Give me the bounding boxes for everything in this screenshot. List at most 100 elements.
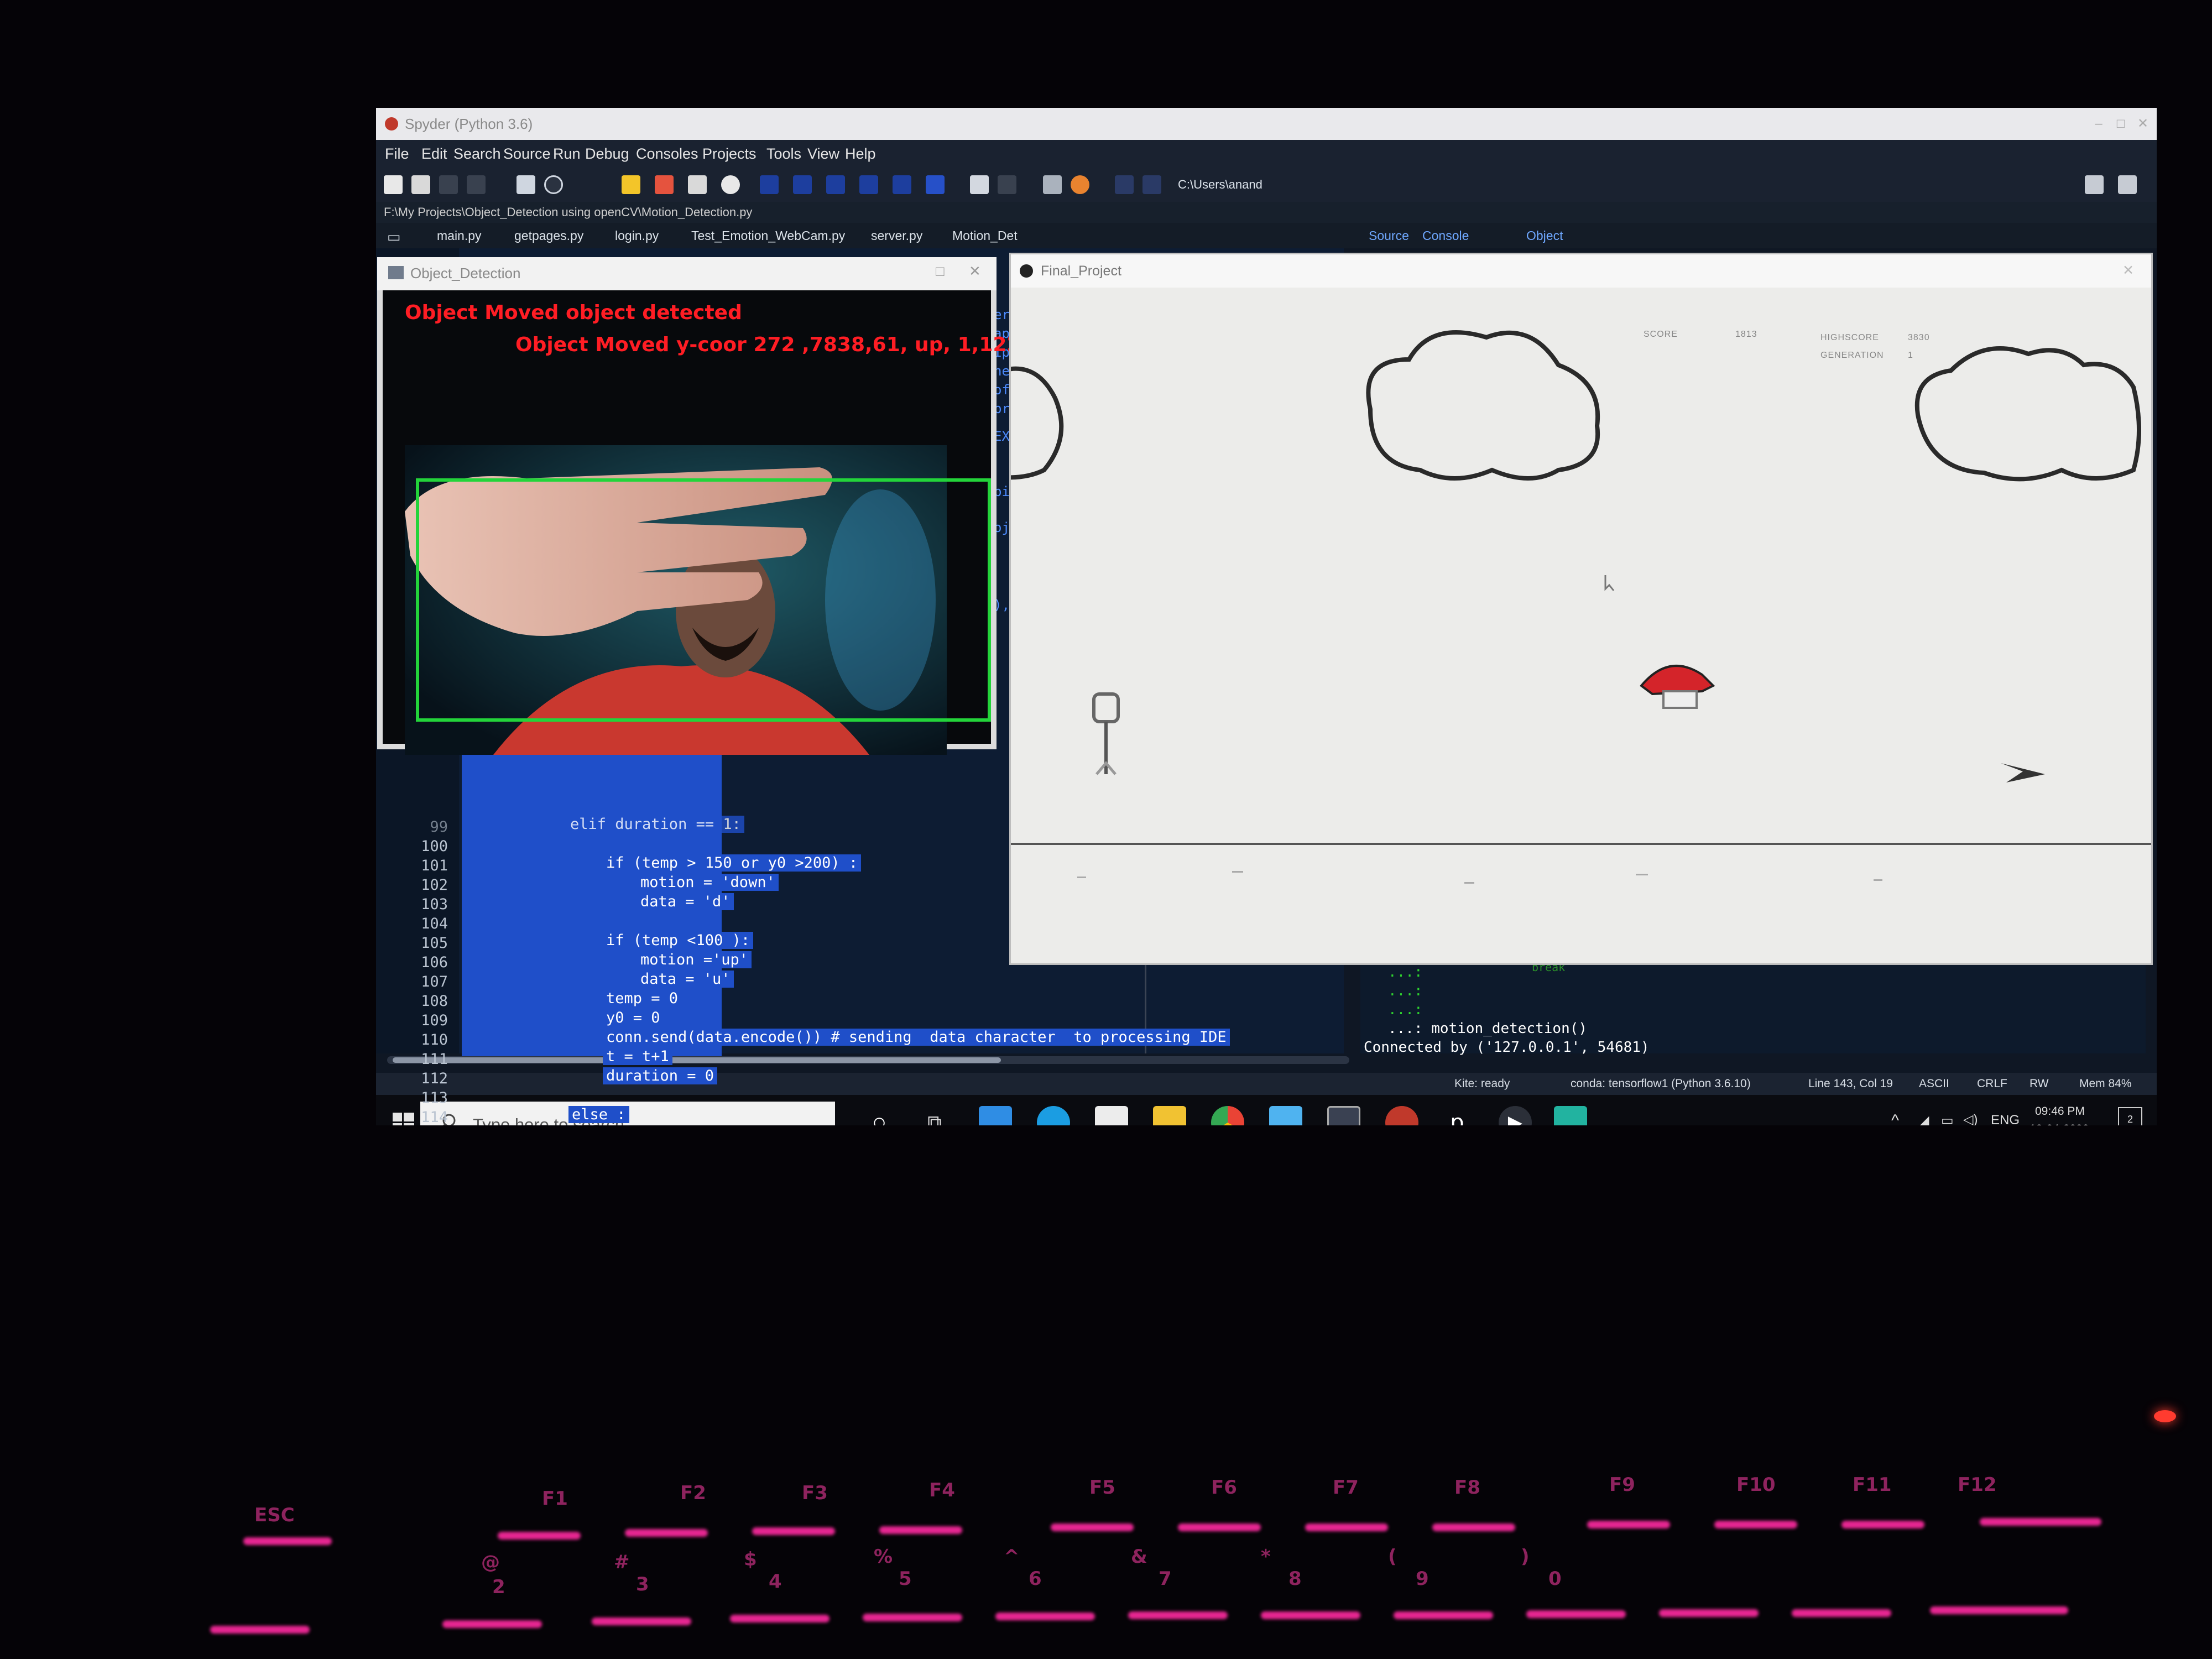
code-line[interactable]: data = 'u' xyxy=(637,971,734,988)
game-window[interactable]: Final_Project ✕ SCORE 1813 HIGHSCORE 383… xyxy=(1011,254,2151,963)
rerun-icon[interactable] xyxy=(721,175,740,194)
menu-projects[interactable]: Projects xyxy=(702,145,757,163)
ipython-console[interactable]: ...: break ...: ...: ...: motion_detecti… xyxy=(1360,959,2146,1056)
tab-browse-icon[interactable]: ▭ xyxy=(387,228,401,246)
task-view-icon[interactable]: ⧉ xyxy=(918,1106,951,1125)
spyder-taskbar-icon[interactable] xyxy=(1385,1106,1418,1125)
game-window-titlebar[interactable]: Final_Project ✕ xyxy=(1011,254,2151,288)
battery-icon[interactable]: ▭ xyxy=(1941,1113,1954,1125)
menu-help[interactable]: Help xyxy=(845,145,876,163)
save-all-icon[interactable] xyxy=(467,175,486,194)
code-line[interactable]: conn.send(data.encode()) # sending data … xyxy=(603,1029,1230,1046)
close-icon[interactable]: ✕ xyxy=(2135,116,2151,132)
debug-icon[interactable] xyxy=(760,175,779,194)
key-f6: F6 xyxy=(1211,1477,1237,1499)
close-icon[interactable]: ✕ xyxy=(2122,262,2134,279)
code-line[interactable]: motion ='up' xyxy=(637,951,752,968)
key-2-shift: @ xyxy=(481,1551,500,1573)
maximize-icon[interactable]: □ xyxy=(2112,116,2129,132)
wrench-icon[interactable] xyxy=(1043,175,1062,194)
cortana-icon[interactable]: ○ xyxy=(863,1106,896,1125)
maximize-icon[interactable]: □ xyxy=(936,263,945,280)
continue-icon[interactable] xyxy=(893,175,911,194)
code-line[interactable]: data = 'd' xyxy=(637,893,734,910)
line-number: 102 xyxy=(421,877,448,894)
tab-test-emotion[interactable]: Test_Emotion_WebCam.py xyxy=(691,228,845,243)
processing-icon[interactable]: ▶ xyxy=(1499,1106,1532,1125)
forward-arrow-icon[interactable] xyxy=(1142,175,1161,194)
volume-icon[interactable]: ◁) xyxy=(1963,1112,1978,1125)
run-cell-icon[interactable] xyxy=(655,175,674,194)
menu-debug[interactable]: Debug xyxy=(585,145,629,163)
chevron-up-icon[interactable]: ^ xyxy=(1891,1112,1899,1125)
code-line[interactable]: motion = 'down' xyxy=(637,874,779,891)
language-indicator[interactable]: ENG xyxy=(1991,1113,2020,1125)
tab-console[interactable]: Console xyxy=(1422,228,1469,243)
code-line[interactable]: if (temp > 150 or y0 >200) : xyxy=(603,854,862,872)
code-line[interactable]: if (temp <100 ): xyxy=(603,932,754,949)
python-path-icon[interactable] xyxy=(1071,175,1089,194)
app-icon[interactable] xyxy=(1269,1106,1302,1125)
clock-time[interactable]: 09:46 PM xyxy=(2035,1105,2085,1118)
scrollbar-thumb[interactable] xyxy=(393,1057,1001,1063)
notification-center-icon[interactable]: 2 xyxy=(2118,1107,2142,1125)
chrome-icon[interactable] xyxy=(1211,1106,1244,1125)
save-icon[interactable] xyxy=(439,175,458,194)
menu-run[interactable]: Run xyxy=(553,145,581,163)
menu-view[interactable]: View xyxy=(807,145,839,163)
menu-file[interactable]: File xyxy=(385,145,409,163)
code-line[interactable]: temp = 0 xyxy=(603,990,682,1007)
tab-object[interactable]: Object xyxy=(1526,228,1563,243)
open-file-icon[interactable] xyxy=(411,175,430,194)
working-directory[interactable]: C:\Users\anand xyxy=(1178,178,1262,192)
object-detection-window[interactable]: Object_Detection □ ✕ Object Moved object… xyxy=(377,257,1035,755)
tab-server[interactable]: server.py xyxy=(871,228,922,243)
store-icon[interactable] xyxy=(1095,1106,1128,1125)
menu-source[interactable]: Source xyxy=(503,145,551,163)
fullscreen-icon[interactable] xyxy=(998,175,1016,194)
edge-icon[interactable] xyxy=(1037,1106,1070,1125)
detection-coordinates-text: Object Moved y-coor 272 ,7838,61, up, 1,… xyxy=(515,333,1035,356)
menu-tools[interactable]: Tools xyxy=(766,145,801,163)
list-icon[interactable] xyxy=(517,175,535,194)
code-line[interactable]: else : xyxy=(568,1106,629,1123)
python-icon[interactable]: ꝑ xyxy=(1441,1106,1474,1125)
tab-main[interactable]: main.py xyxy=(437,228,482,243)
terminal-icon[interactable] xyxy=(1327,1106,1360,1125)
opencv-window-icon[interactable] xyxy=(1554,1106,1587,1125)
code-line[interactable]: duration = 0 xyxy=(603,1067,718,1084)
tab-source[interactable]: Source xyxy=(1369,228,1409,243)
file-explorer-icon[interactable] xyxy=(1153,1106,1186,1125)
tab-getpages[interactable]: getpages.py xyxy=(514,228,583,243)
step-icon[interactable] xyxy=(793,175,812,194)
code-line[interactable]: y0 = 0 xyxy=(603,1009,664,1026)
new-file-icon[interactable] xyxy=(384,175,403,194)
back-arrow-icon[interactable] xyxy=(1115,175,1134,194)
tab-motion-detection[interactable]: Motion_Det xyxy=(952,228,1018,243)
tab-login[interactable]: login.py xyxy=(615,228,659,243)
step-into-icon[interactable] xyxy=(826,175,845,194)
settings-icon[interactable] xyxy=(544,175,563,194)
conda-env[interactable]: conda: tensorflow1 (Python 3.6.10) xyxy=(1571,1077,1751,1091)
object-window-titlebar[interactable]: Object_Detection □ ✕ xyxy=(377,257,997,290)
spyder-titlebar: Spyder (Python 3.6) – □ ✕ xyxy=(376,108,2157,140)
system-tray: ^ ◢ ▭ ◁) ENG 09:46 PM 18-04-2020 2 xyxy=(1891,1095,2157,1125)
menu-consoles[interactable]: Consoles xyxy=(636,145,698,163)
close-icon[interactable]: ✕ xyxy=(969,263,981,280)
kite-status[interactable]: Kite: ready xyxy=(1454,1077,1510,1091)
menu-edit[interactable]: Edit xyxy=(421,145,447,163)
run-selection-icon[interactable] xyxy=(688,175,707,194)
browse-folder-icon[interactable] xyxy=(2085,175,2104,194)
network-icon[interactable]: ◢ xyxy=(1919,1113,1929,1125)
stop-debug-icon[interactable] xyxy=(926,175,945,194)
minimize-icon[interactable]: – xyxy=(2090,116,2107,132)
code-line[interactable]: elif duration == 1: xyxy=(567,816,744,833)
parent-dir-icon[interactable] xyxy=(2118,175,2137,194)
step-return-icon[interactable] xyxy=(859,175,878,194)
clock-date[interactable]: 18-04-2020 xyxy=(2030,1123,2089,1125)
maximize-pane-icon[interactable] xyxy=(970,175,989,194)
menu-search[interactable]: Search xyxy=(453,145,501,163)
run-icon[interactable] xyxy=(622,175,640,194)
mail-icon[interactable] xyxy=(979,1106,1012,1125)
code-line[interactable]: t = t+1 xyxy=(603,1048,672,1065)
